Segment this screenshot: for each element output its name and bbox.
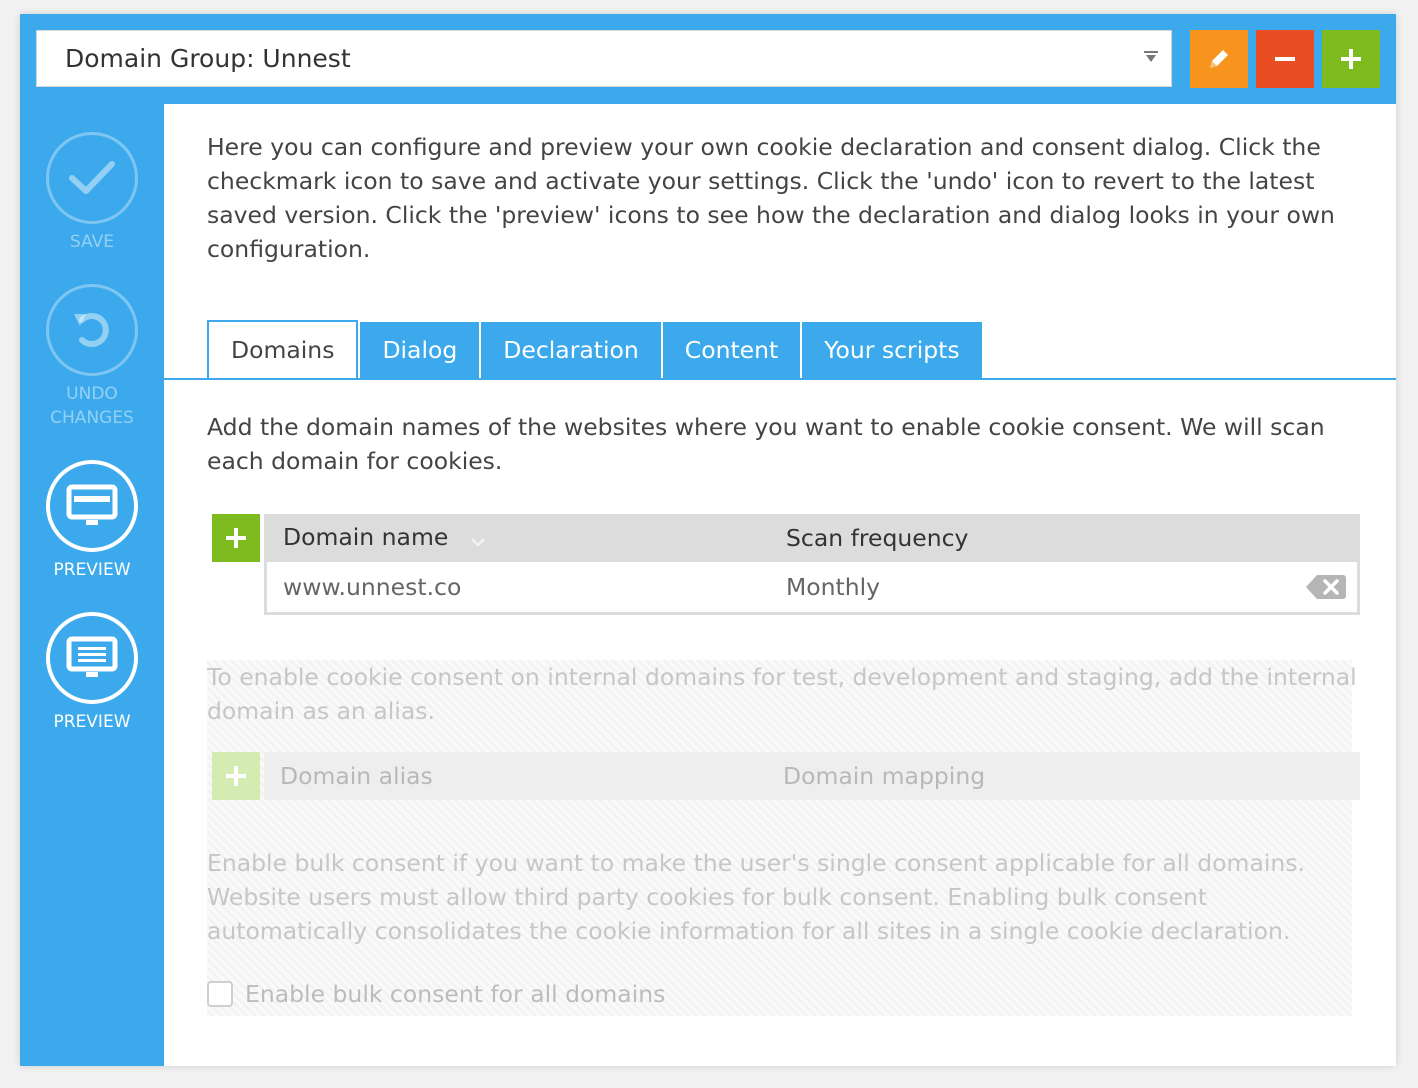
add-button[interactable] [1322, 30, 1380, 88]
add-domain-button[interactable] [212, 514, 260, 562]
tab-underline [164, 378, 1396, 380]
tab-dialog[interactable]: Dialog [360, 322, 480, 378]
preview-dialog-button[interactable]: PREVIEW [20, 460, 164, 582]
alias-grid: Domain alias Domain mapping [212, 752, 1360, 800]
domain-alias-column-header: Domain alias [280, 762, 433, 790]
dropdown-icon[interactable] [1131, 49, 1171, 68]
minus-icon [1275, 57, 1295, 61]
save-button[interactable]: SAVE [20, 132, 164, 254]
disabled-section: To enable cookie consent on internal dom… [207, 660, 1360, 1016]
table-row[interactable]: www.unnest.co Monthly [267, 562, 1357, 612]
preview-declaration-button[interactable]: PREVIEW [20, 612, 164, 734]
bulk-consent-option: Enable bulk consent for all domains [207, 980, 665, 1008]
alias-table-header: Domain alias Domain mapping [264, 752, 1360, 800]
preview-declaration-label: PREVIEW [53, 712, 131, 732]
tab-declaration[interactable]: Declaration [481, 322, 661, 378]
domain-mapping-column-header: Domain mapping [783, 762, 986, 790]
delete-button[interactable] [1256, 30, 1314, 88]
domain-group-title: Domain Group: Unnest [65, 44, 351, 73]
bulk-consent-label: Enable bulk consent for all domains [245, 980, 666, 1008]
domain-group-selector[interactable]: Domain Group: Unnest [36, 30, 1172, 87]
save-label: SAVE [69, 232, 115, 252]
checkmark-icon [46, 132, 138, 224]
plus-icon [226, 528, 246, 548]
tab-content[interactable]: Content [662, 322, 801, 378]
bulk-consent-checkbox [207, 981, 233, 1007]
bulk-consent-description: Enable bulk consent if you want to make … [207, 849, 1305, 945]
main-panel: Here you can configure and preview your … [164, 104, 1396, 1066]
domain-name-column-header[interactable]: Domain name [267, 523, 786, 553]
tab-your-scripts[interactable]: Your scripts [802, 322, 982, 378]
domain-cell[interactable]: www.unnest.co [267, 573, 786, 601]
scan-frequency-column-header[interactable]: Scan frequency [786, 524, 1357, 552]
undo-changes-button[interactable]: UNDO CHANGES [20, 284, 164, 430]
add-alias-button [212, 752, 260, 800]
tab-domains[interactable]: Domains [207, 320, 359, 378]
backspace-icon [1306, 575, 1346, 599]
app-frame: Domain Group: Unnest SAVE UNDO CHANGES P… [20, 14, 1396, 1066]
domains-description: Add the domain names of the websites whe… [207, 413, 1325, 475]
plus-icon [1341, 49, 1361, 69]
undo-icon [46, 284, 138, 376]
plus-icon [226, 766, 246, 786]
pencil-icon [1210, 50, 1228, 68]
alias-description: To enable cookie consent on internal dom… [207, 663, 1357, 725]
tab-bar: Domains Dialog Declaration Content Your … [207, 320, 984, 378]
edit-button[interactable] [1190, 30, 1248, 88]
remove-domain-button[interactable] [1305, 573, 1347, 601]
monitor-icon [46, 460, 138, 552]
sort-chevron-icon[interactable] [470, 525, 486, 553]
frequency-cell[interactable]: Monthly [786, 573, 1305, 601]
sidebar: SAVE UNDO CHANGES PREVIEW PREVIEW [20, 104, 164, 1066]
table-header: Domain name Scan frequency [267, 514, 1357, 562]
preview-dialog-label: PREVIEW [53, 560, 131, 580]
intro-text: Here you can configure and preview your … [207, 133, 1335, 263]
domains-table: Domain name Scan frequency www.unnest.co… [264, 514, 1360, 615]
monitor-list-icon [46, 612, 138, 704]
undo-label: UNDO CHANGES [50, 384, 134, 428]
